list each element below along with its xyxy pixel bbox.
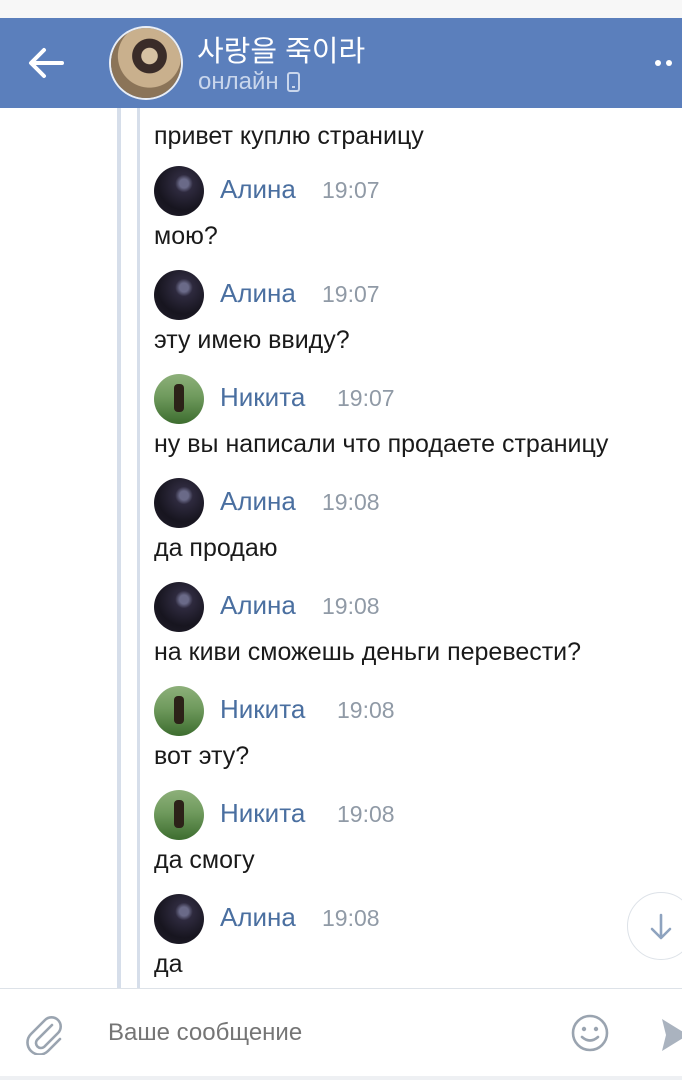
sender-avatar[interactable] — [154, 790, 204, 840]
message-text: да продаю — [154, 534, 278, 562]
message-input[interactable] — [108, 1019, 528, 1047]
sender-avatar[interactable] — [154, 582, 204, 632]
more-dots-icon — [666, 60, 672, 66]
message-text: на киви сможешь деньги перевести? — [154, 638, 582, 666]
message-item[interactable]: Никита 19:08 да смогу — [137, 786, 682, 890]
smiley-icon — [571, 1014, 609, 1052]
message-list[interactable]: привет куплю страницу Алина 19:07 мою? А… — [0, 108, 682, 988]
more-dots-icon — [655, 60, 661, 66]
arrow-down-icon — [650, 913, 672, 940]
message-text: да смогу — [154, 846, 255, 874]
message-item[interactable]: Алина 19:08 да — [137, 890, 682, 988]
sender-name[interactable]: Алина — [220, 902, 296, 933]
quote-line — [137, 890, 140, 988]
quote-line — [137, 578, 140, 682]
message-item[interactable]: Алина 19:08 да продаю — [137, 474, 682, 578]
message-time: 19:08 — [337, 801, 395, 827]
forwarded-messages-line — [117, 108, 121, 988]
paperclip-icon — [26, 1016, 62, 1056]
mobile-phone-icon — [286, 72, 300, 92]
message-composer — [0, 988, 682, 1077]
message-item[interactable]: Никита 19:08 вот эту? — [137, 682, 682, 786]
message-text: эту имею ввиду? — [154, 326, 350, 354]
bottom-edge — [0, 1076, 682, 1080]
sender-avatar[interactable] — [154, 270, 204, 320]
message-text: да — [154, 950, 183, 978]
message-item[interactable]: Алина 19:07 мою? — [137, 162, 682, 266]
quote-line — [137, 474, 140, 578]
sender-avatar[interactable] — [154, 686, 204, 736]
sender-avatar[interactable] — [154, 166, 204, 216]
chat-header: 사랑을 죽이라 онлайн — [0, 18, 682, 108]
system-status-bar — [0, 0, 682, 18]
message-text: привет куплю страницу — [154, 122, 424, 150]
message-time: 19:08 — [337, 697, 395, 723]
online-status: онлайн — [198, 68, 300, 96]
sender-name[interactable]: Никита — [220, 382, 305, 413]
scroll-to-bottom-button[interactable] — [627, 892, 682, 960]
message-text: вот эту? — [154, 742, 250, 770]
send-icon — [662, 1019, 682, 1051]
message-item[interactable]: Алина 19:08 на киви сможешь деньги перев… — [137, 578, 682, 682]
sender-name[interactable]: Никита — [220, 694, 305, 725]
chat-title[interactable]: 사랑을 죽이라 — [197, 28, 365, 70]
message-time: 19:07 — [322, 177, 380, 203]
quote-line — [137, 786, 140, 890]
online-status-text: онлайн — [198, 68, 279, 95]
back-button[interactable] — [26, 45, 66, 81]
contact-avatar[interactable] — [111, 28, 181, 98]
arrow-left-icon — [29, 48, 64, 78]
emoji-button[interactable] — [570, 1013, 610, 1053]
sender-name[interactable]: Никита — [220, 798, 305, 829]
attach-button[interactable] — [24, 1011, 64, 1056]
message-time: 19:08 — [322, 593, 380, 619]
message-text: ну вы написали что продаете страницу — [154, 430, 609, 458]
sender-name[interactable]: Алина — [220, 590, 296, 621]
more-menu-button[interactable] — [655, 54, 682, 74]
quote-line — [137, 108, 140, 162]
sender-avatar[interactable] — [154, 894, 204, 944]
message-time: 19:08 — [322, 905, 380, 931]
sender-avatar[interactable] — [154, 478, 204, 528]
message-time: 19:08 — [322, 489, 380, 515]
quote-line — [137, 682, 140, 786]
message-item[interactable]: Никита 19:07 ну вы написали что продаете… — [137, 370, 682, 474]
quote-line — [137, 162, 140, 266]
message-time: 19:07 — [322, 281, 380, 307]
sender-name[interactable]: Алина — [220, 486, 296, 517]
message-time: 19:07 — [337, 385, 395, 411]
quote-line — [137, 266, 140, 370]
send-button[interactable] — [658, 1013, 682, 1057]
sender-name[interactable]: Алина — [220, 278, 296, 309]
sender-name[interactable]: Алина — [220, 174, 296, 205]
message-text: мою? — [154, 222, 218, 250]
message-item[interactable]: Алина 19:07 эту имею ввиду? — [137, 266, 682, 370]
sender-avatar[interactable] — [154, 374, 204, 424]
quote-line — [137, 370, 140, 474]
